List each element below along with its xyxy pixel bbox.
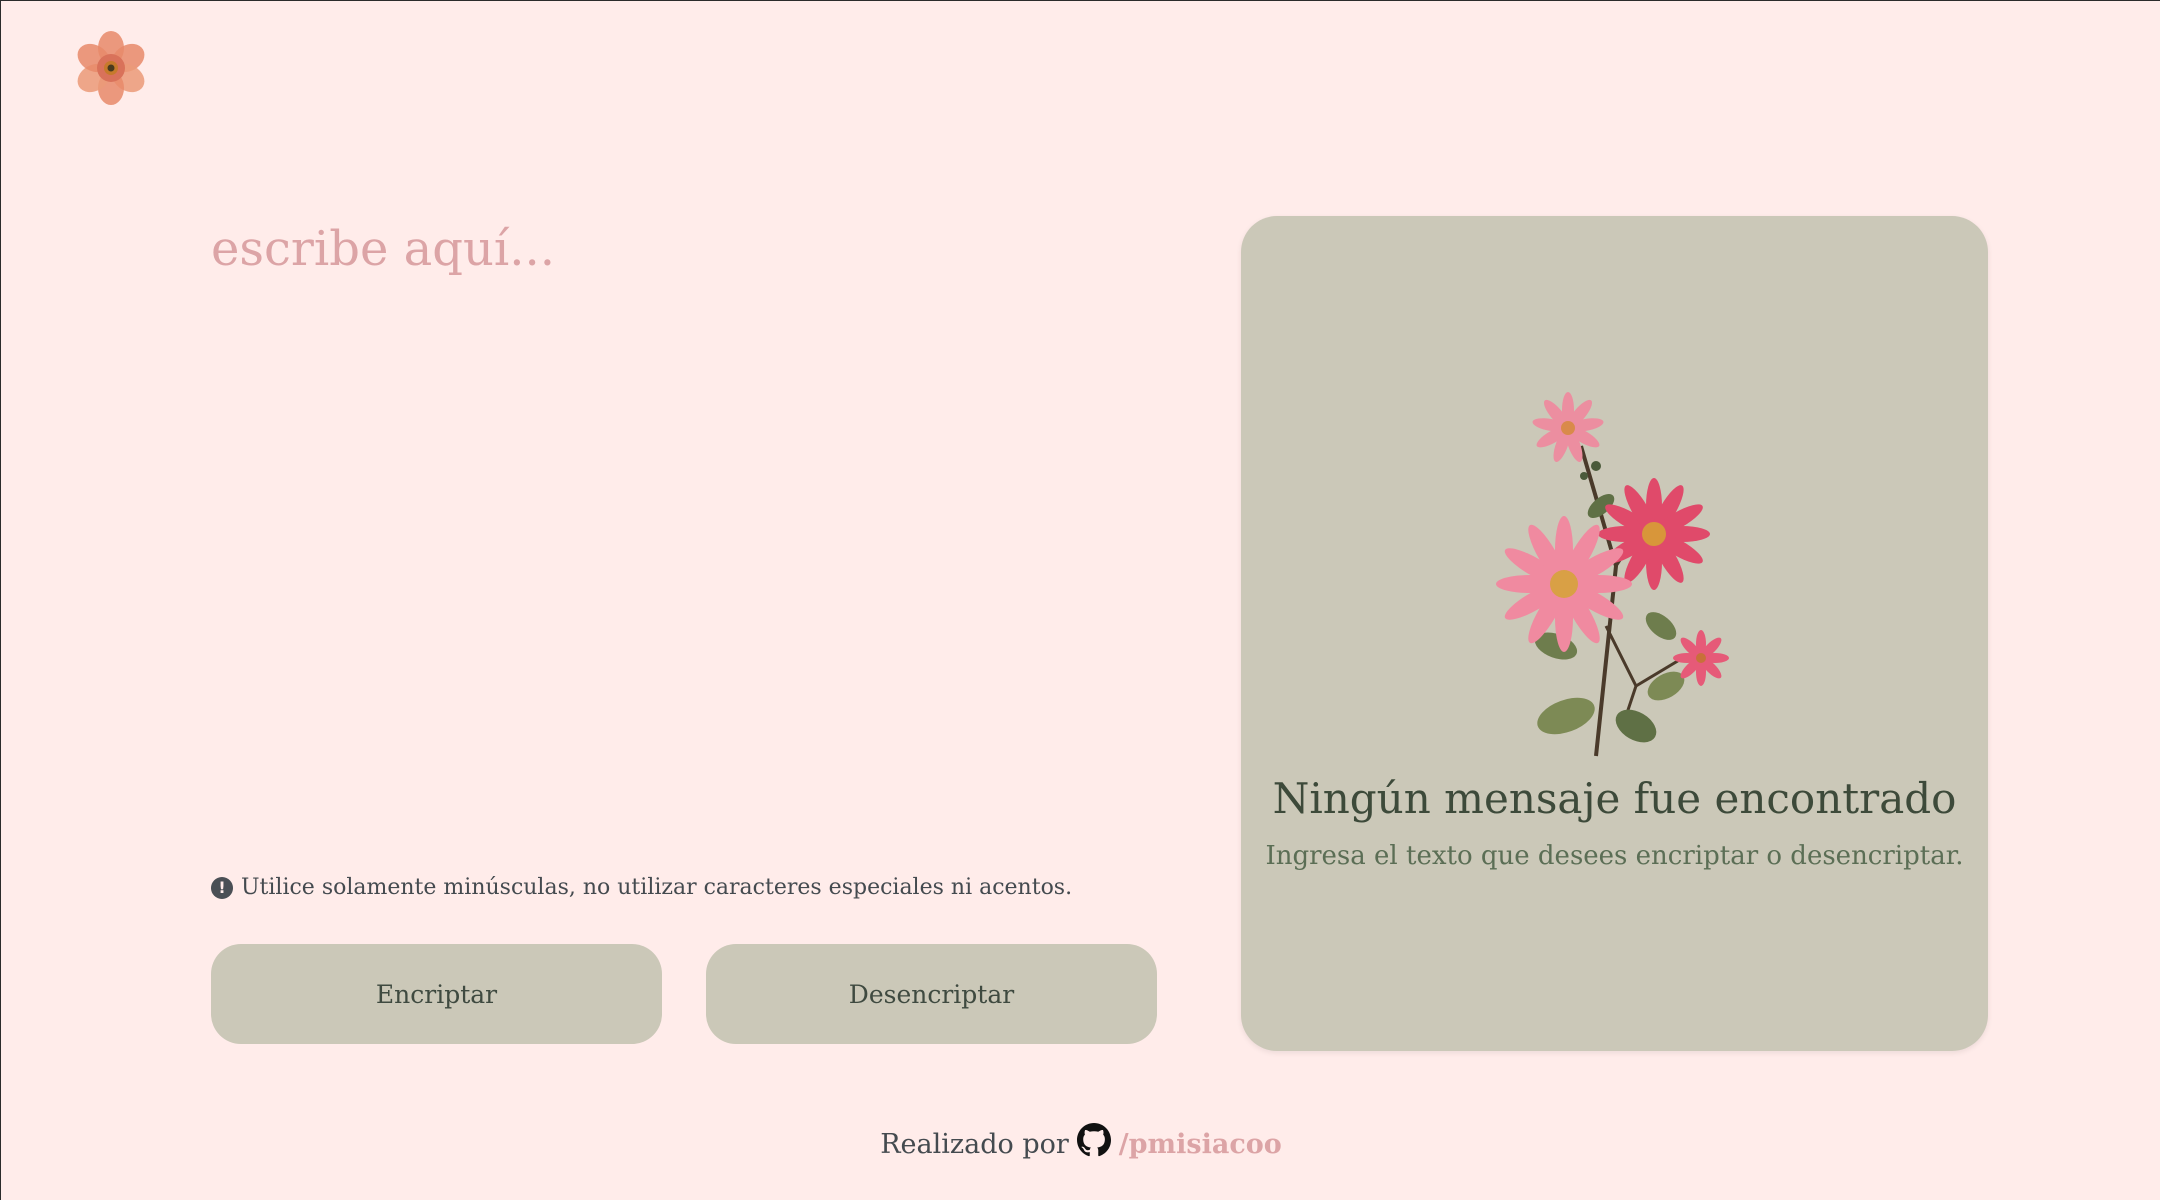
flower-logo-icon[interactable] [75,31,147,105]
footer-credit-text: Realizado por [880,1129,1069,1160]
decrypt-button[interactable]: Desencriptar [706,944,1157,1044]
result-panel: Ningún mensaje fue encontrado Ingresa el… [1241,216,1988,1051]
result-title: Ningún mensaje fue encontrado [1272,774,1957,823]
exclamation-circle-icon: ! [211,876,233,899]
app-page: ! Utilice solamente minúsculas, no utili… [0,0,2160,1200]
input-hint-text: Utilice solamente minúsculas, no utiliza… [241,875,1073,900]
input-hint: ! Utilice solamente minúsculas, no utili… [211,875,1072,900]
result-subtitle: Ingresa el texto que desees encriptar o … [1265,841,1964,871]
github-profile-link[interactable]: /pmisiacoo [1119,1129,1282,1160]
footer: Realizado por /pmisiacoo [1,1122,2160,1160]
message-input[interactable] [211,221,1151,821]
flower-bouquet-illustration [1486,386,1736,766]
encrypt-button[interactable]: Encriptar [211,944,662,1044]
github-icon[interactable] [1076,1122,1111,1157]
